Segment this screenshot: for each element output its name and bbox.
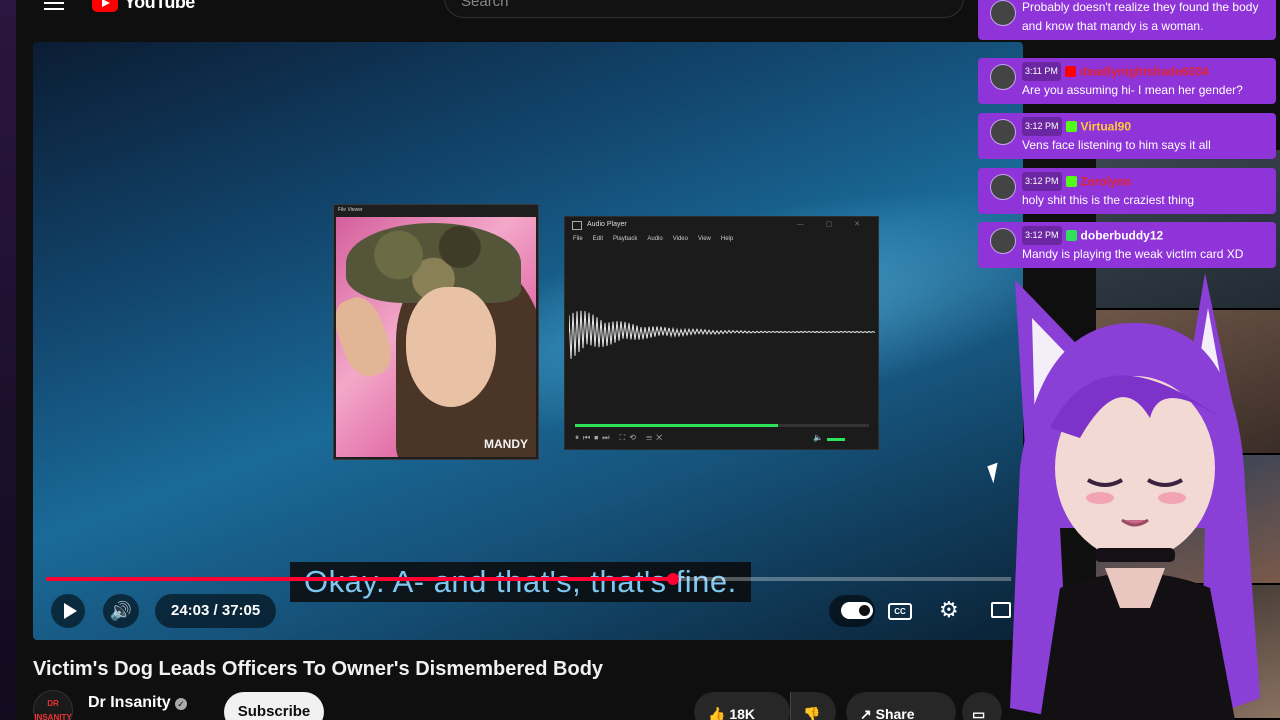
chat-username: Zerolynn — [1080, 174, 1132, 189]
like-button[interactable]: 👍 18K — [694, 692, 790, 720]
vtuber-avatar — [1010, 273, 1260, 720]
chat-text: Are you assuming hi- I mean her gender? — [1022, 83, 1243, 98]
audio-volume-icon: 🔈 — [813, 433, 823, 442]
victim-photo: MANDY — [336, 217, 536, 457]
photo-label: MANDY — [484, 437, 528, 451]
menu-audio: Audio — [647, 236, 663, 242]
chat-message: 3:12 PM doberbuddy12 Mandy is playing the … — [978, 222, 1276, 269]
play-button[interactable] — [51, 594, 85, 628]
platform-badge-icon — [1064, 66, 1076, 78]
thumbs-down-icon: 👎 — [803, 706, 821, 720]
audio-progress-bar — [575, 424, 869, 427]
chat-text: Mandy is playing the weak victim card XD — [1022, 247, 1244, 262]
menu-help: Help — [720, 236, 734, 242]
settings-gear-icon[interactable]: ⚙ — [939, 597, 959, 623]
chat-username: doberbuddy12 — [1080, 228, 1164, 243]
chat-text: holy shit this is the craziest thing — [1022, 193, 1195, 208]
audio-volume-bar — [827, 438, 845, 441]
channel-avatar[interactable]: DR INSANITY — [33, 690, 73, 720]
audio-waveform — [569, 310, 875, 359]
download-button[interactable]: ▭ — [962, 692, 1002, 720]
chat-avatar — [990, 64, 1016, 90]
photo-face — [406, 287, 496, 407]
verified-check-icon: ✓ — [175, 698, 187, 710]
chat-message: 3:12 PM Virtual90 Vens face listening to h… — [978, 113, 1276, 160]
chat-avatar — [990, 228, 1016, 254]
audio-controls-icons: ⏸⏮⏹⏭ ⛶⟲ ☰✕ — [575, 433, 667, 442]
chat-message: 3:12 PM Zerolynn holy shit this is the cra… — [978, 168, 1276, 215]
stream-chat: Probably doesn't realize they found the … — [978, 0, 1278, 272]
like-count: 18K — [729, 706, 756, 720]
chat-timestamp: 3:12 PM — [1022, 226, 1062, 246]
youtube-topbar: YouTube Search — [0, 0, 1000, 18]
chat-username: deadlynightshade6034 — [1079, 64, 1209, 79]
chat-timestamp: 3:11 PM — [1022, 62, 1061, 82]
waveform-line — [569, 310, 875, 359]
platform-badge-icon — [1065, 121, 1077, 133]
photo-hand — [336, 291, 399, 383]
chat-text: Probably doesn't realize they found the … — [1022, 0, 1259, 33]
chat-message: Probably doesn't realize they found the … — [978, 0, 1276, 40]
volume-icon: 🔊 — [109, 601, 133, 621]
window-controls: — ▢ ✕ — [796, 221, 870, 228]
menu-view: View — [697, 236, 711, 242]
search-input[interactable]: Search — [444, 0, 964, 18]
chat-text: Vens face listening to him says it all — [1022, 138, 1211, 153]
closed-caption: Okay. A- and that's, that's fine. — [290, 562, 751, 602]
menu-playback: Playback — [613, 236, 638, 242]
video-progress-fill — [46, 577, 674, 581]
search-placeholder: Search — [461, 0, 509, 10]
youtube-logo-text: YouTube — [124, 0, 195, 12]
video-player[interactable]: File Viewer MANDY Audio Player — ▢ ✕ Fil… — [33, 42, 1023, 640]
audio-player-menu: File Edit Playback Audio Video View Help — [565, 233, 878, 245]
download-icon: ▭ — [972, 706, 986, 720]
volume-button[interactable]: 🔊 — [103, 594, 139, 628]
share-button[interactable]: ↗ Share — [846, 692, 956, 720]
file-viewer-window: File Viewer MANDY — [333, 204, 539, 460]
platform-badge-icon — [1065, 176, 1077, 188]
chat-timestamp: 3:12 PM — [1022, 172, 1062, 192]
autoplay-toggle[interactable] — [841, 602, 873, 619]
platform-badge-icon — [1065, 230, 1077, 242]
thumbs-up-icon: 👍 — [708, 706, 730, 720]
chat-avatar — [990, 119, 1016, 145]
time-display: 24:03 / 37:05 — [155, 594, 277, 628]
overlay-left-strip — [0, 0, 16, 720]
audio-player-window: Audio Player — ▢ ✕ File Edit Playback Au… — [564, 216, 879, 450]
video-progress-bar[interactable] — [46, 573, 1011, 585]
share-icon: ↗ — [860, 706, 876, 720]
menu-file: File — [573, 236, 583, 242]
subscribe-button[interactable]: Subscribe — [224, 692, 324, 720]
audio-progress-fill — [575, 424, 778, 427]
menu-edit: Edit — [592, 236, 604, 242]
file-viewer-title: File Viewer — [338, 207, 363, 213]
youtube-logo[interactable]: YouTube — [92, 0, 195, 13]
channel-name[interactable]: Dr Insanity — [88, 694, 171, 712]
menu-icon[interactable] — [44, 0, 64, 10]
chat-username: Virtual90 — [1080, 119, 1132, 134]
chat-message: 3:11 PM deadlynightshade6034 Are you assum… — [978, 58, 1276, 105]
chat-timestamp: 3:12 PM — [1022, 117, 1062, 137]
youtube-play-icon — [92, 0, 118, 12]
dislike-button[interactable]: 👎 — [790, 692, 836, 720]
video-title: Victim's Dog Leads Officers To Owner's D… — [33, 658, 604, 680]
subtitles-button[interactable]: CC — [888, 603, 912, 620]
chat-avatar — [990, 174, 1016, 200]
menu-video: Video — [672, 236, 688, 242]
chat-avatar — [990, 0, 1016, 26]
share-label: Share — [875, 706, 915, 720]
